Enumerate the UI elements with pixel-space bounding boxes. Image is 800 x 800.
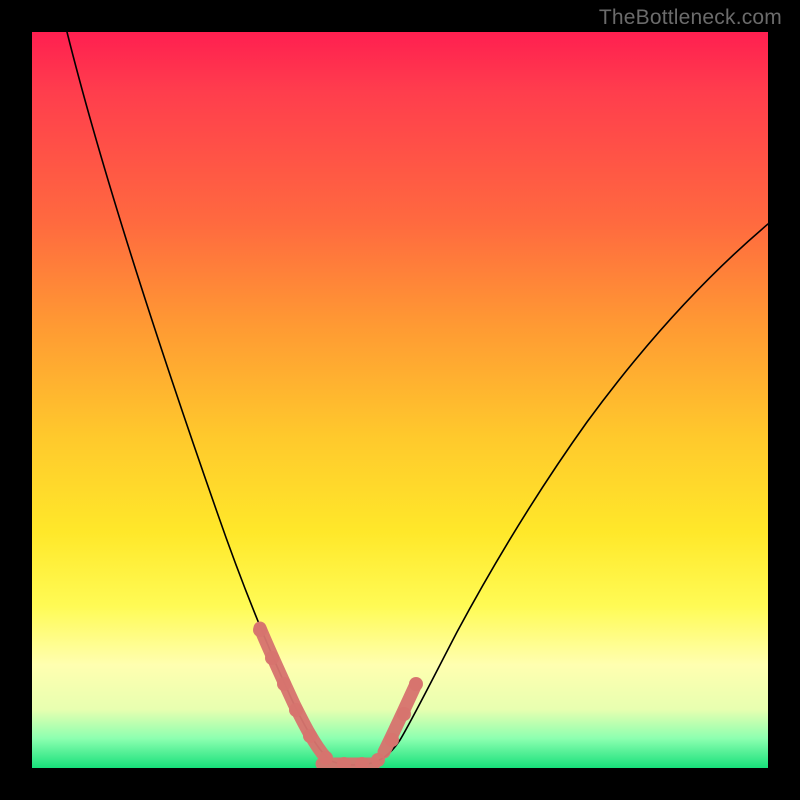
watermark-text: TheBottleneck.com	[599, 6, 782, 30]
marker-dot	[319, 751, 333, 765]
marker-dot	[409, 677, 423, 691]
marker-dot	[303, 729, 317, 743]
marker-dot	[265, 651, 279, 665]
marker-dot	[253, 623, 267, 637]
plot-area	[32, 32, 768, 768]
curve-svg	[32, 32, 768, 768]
marker-dot	[371, 753, 385, 767]
chart-container: TheBottleneck.com	[0, 0, 800, 800]
marker-dot	[385, 733, 399, 747]
bottleneck-curve	[67, 32, 768, 765]
marker-dot	[277, 677, 291, 691]
marker-dot	[289, 703, 303, 717]
marker-dot	[397, 707, 411, 721]
